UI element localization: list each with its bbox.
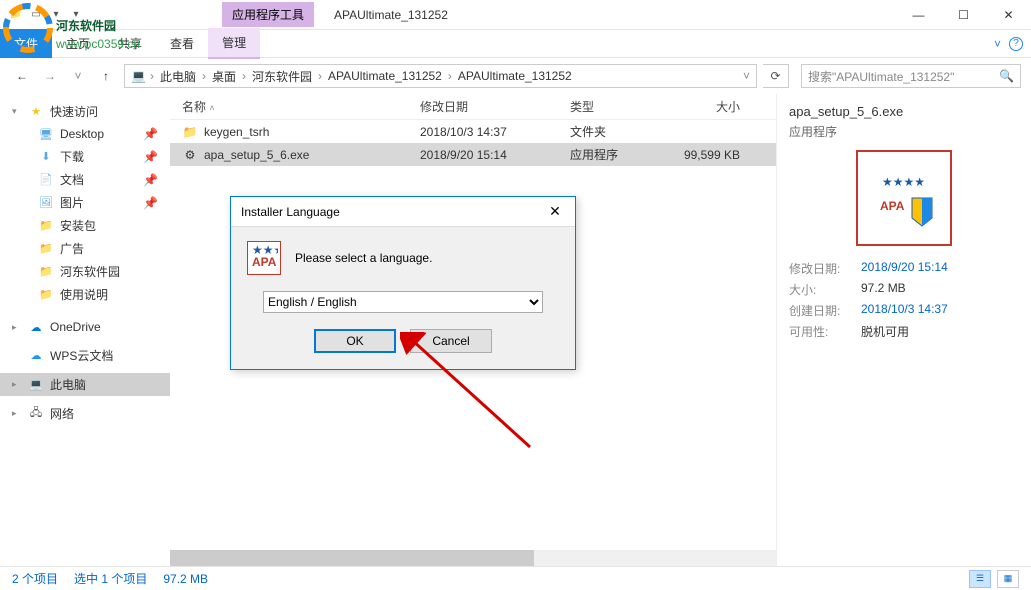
up-button[interactable]: ↑ <box>94 64 118 88</box>
sidebar-wps[interactable]: ☁WPS云文档 <box>0 344 170 367</box>
sidebar-item-install[interactable]: 📁安装包 <box>0 214 170 237</box>
crumb-desktop[interactable]: 桌面 <box>210 68 238 85</box>
dialog-close-button[interactable]: ✕ <box>545 203 565 220</box>
column-headers[interactable]: 名称 ˄ 修改日期 类型 大小 <box>170 94 776 120</box>
minimize-button[interactable]: — <box>896 0 941 30</box>
exe-icon: ⚙ <box>182 147 198 163</box>
preview-pane: apa_setup_5_6.exe 应用程序 ★★★★ APA 修改日期: 20… <box>776 94 1031 566</box>
crumb-pc[interactable]: 此电脑 <box>158 68 198 85</box>
dialog-prompt: Please select a language. <box>295 251 432 265</box>
svg-text:APA: APA <box>252 255 277 269</box>
status-size: 97.2 MB <box>163 572 208 586</box>
sidebar-thispc[interactable]: ▸💻此电脑 <box>0 373 170 396</box>
sidebar-item-readme[interactable]: 📁使用说明 <box>0 283 170 306</box>
svg-text:APA: APA <box>880 199 905 213</box>
meta-value: 97.2 MB <box>861 281 1019 298</box>
status-selected: 选中 1 个项目 <box>74 570 147 587</box>
dialog-title: Installer Language <box>241 205 340 219</box>
search-icon: 🔍 <box>999 69 1014 83</box>
meta-label: 大小: <box>789 281 853 298</box>
meta-value[interactable]: 2018/10/3 14:37 <box>861 302 1019 319</box>
col-size[interactable]: 大小 <box>670 98 760 115</box>
sidebar-item-ads[interactable]: 📁广告 <box>0 237 170 260</box>
col-type[interactable]: 类型 <box>570 98 670 115</box>
close-button[interactable]: ✕ <box>986 0 1031 30</box>
pc-icon: 💻 <box>131 69 146 83</box>
col-name[interactable]: 名称 ˄ <box>170 98 420 115</box>
horizontal-scrollbar[interactable] <box>170 550 776 566</box>
navigation-bar: ← → ˅ ↑ 💻 › 此电脑 › 桌面 › 河东软件园 › APAUltima… <box>0 58 1031 94</box>
search-input[interactable]: 搜索"APAUltimate_131252" 🔍 <box>801 64 1021 88</box>
context-tab-header: 应用程序工具 <box>222 2 314 27</box>
crumb-folder2[interactable]: APAUltimate_131252 <box>326 69 444 83</box>
navigation-sidebar: ▾★快速访问 🖥Desktop📌 ⬇下载📌 📄文档📌 🖼图片📌 📁安装包 📁广告… <box>0 94 170 566</box>
status-count: 2 个项目 <box>12 570 58 587</box>
sidebar-onedrive[interactable]: ▸☁OneDrive <box>0 316 170 338</box>
sidebar-quick-access[interactable]: ▾★快速访问 <box>0 100 170 123</box>
table-row[interactable]: ⚙apa_setup_5_6.exe 2018/9/20 15:14 应用程序 … <box>170 143 776 166</box>
ribbon-expand-icon[interactable]: ˅ <box>994 37 1001 51</box>
crumb-folder3[interactable]: APAUltimate_131252 <box>456 69 574 83</box>
sidebar-item-documents[interactable]: 📄文档📌 <box>0 168 170 191</box>
address-bar[interactable]: 💻 › 此电脑 › 桌面 › 河东软件园 › APAUltimate_13125… <box>124 64 757 88</box>
meta-value[interactable]: 2018/9/20 15:14 <box>861 260 1019 277</box>
cancel-button[interactable]: Cancel <box>410 329 492 353</box>
help-icon[interactable]: ? <box>1009 37 1023 51</box>
watermark: 河东软件园 www.pc0359.cn <box>0 0 210 63</box>
back-button[interactable]: ← <box>10 64 34 88</box>
status-bar: 2 个项目 选中 1 个项目 97.2 MB ☰ ▦ <box>0 566 1031 590</box>
tab-manage[interactable]: 管理 <box>208 28 260 59</box>
view-details-button[interactable]: ☰ <box>969 570 991 588</box>
sidebar-network[interactable]: ▸🖧网络 <box>0 402 170 425</box>
address-dropdown-icon[interactable]: ˅ <box>743 69 750 83</box>
sidebar-item-desktop[interactable]: 🖥Desktop📌 <box>0 123 170 145</box>
search-placeholder: 搜索"APAUltimate_131252" <box>808 68 954 85</box>
preview-filename: apa_setup_5_6.exe <box>789 104 1019 119</box>
sidebar-item-hedong[interactable]: 📁河东软件园 <box>0 260 170 283</box>
preview-icon: ★★★★ APA <box>856 150 952 246</box>
view-icons-button[interactable]: ▦ <box>997 570 1019 588</box>
meta-label: 可用性: <box>789 323 853 340</box>
installer-language-dialog: Installer Language ✕ ★★★APA Please selec… <box>230 196 576 370</box>
col-date[interactable]: 修改日期 <box>420 98 570 115</box>
folder-icon: 📁 <box>182 124 198 140</box>
crumb-folder1[interactable]: 河东软件园 <box>250 68 314 85</box>
preview-filetype: 应用程序 <box>789 123 1019 140</box>
meta-value: 脱机可用 <box>861 323 1019 340</box>
svg-text:★★★★: ★★★★ <box>882 175 925 189</box>
maximize-button[interactable]: ☐ <box>941 0 986 30</box>
sidebar-item-pictures[interactable]: 🖼图片📌 <box>0 191 170 214</box>
language-select[interactable]: English / English <box>263 291 543 313</box>
meta-label: 修改日期: <box>789 260 853 277</box>
forward-button[interactable]: → <box>38 64 62 88</box>
sidebar-item-downloads[interactable]: ⬇下载📌 <box>0 145 170 168</box>
sidebar-label: 快速访问 <box>50 103 98 120</box>
ok-button[interactable]: OK <box>314 329 396 353</box>
table-row[interactable]: 📁keygen_tsrh 2018/10/3 14:37 文件夹 <box>170 120 776 143</box>
window-title: APAUltimate_131252 <box>334 8 448 22</box>
svg-text:河东软件园: 河东软件园 <box>55 18 116 33</box>
meta-label: 创建日期: <box>789 302 853 319</box>
refresh-button[interactable]: ⟳ <box>763 64 789 88</box>
svg-text:www.pc0359.cn: www.pc0359.cn <box>55 37 140 51</box>
recent-dropdown[interactable]: ˅ <box>66 64 90 88</box>
installer-logo-icon: ★★★APA <box>247 241 281 275</box>
